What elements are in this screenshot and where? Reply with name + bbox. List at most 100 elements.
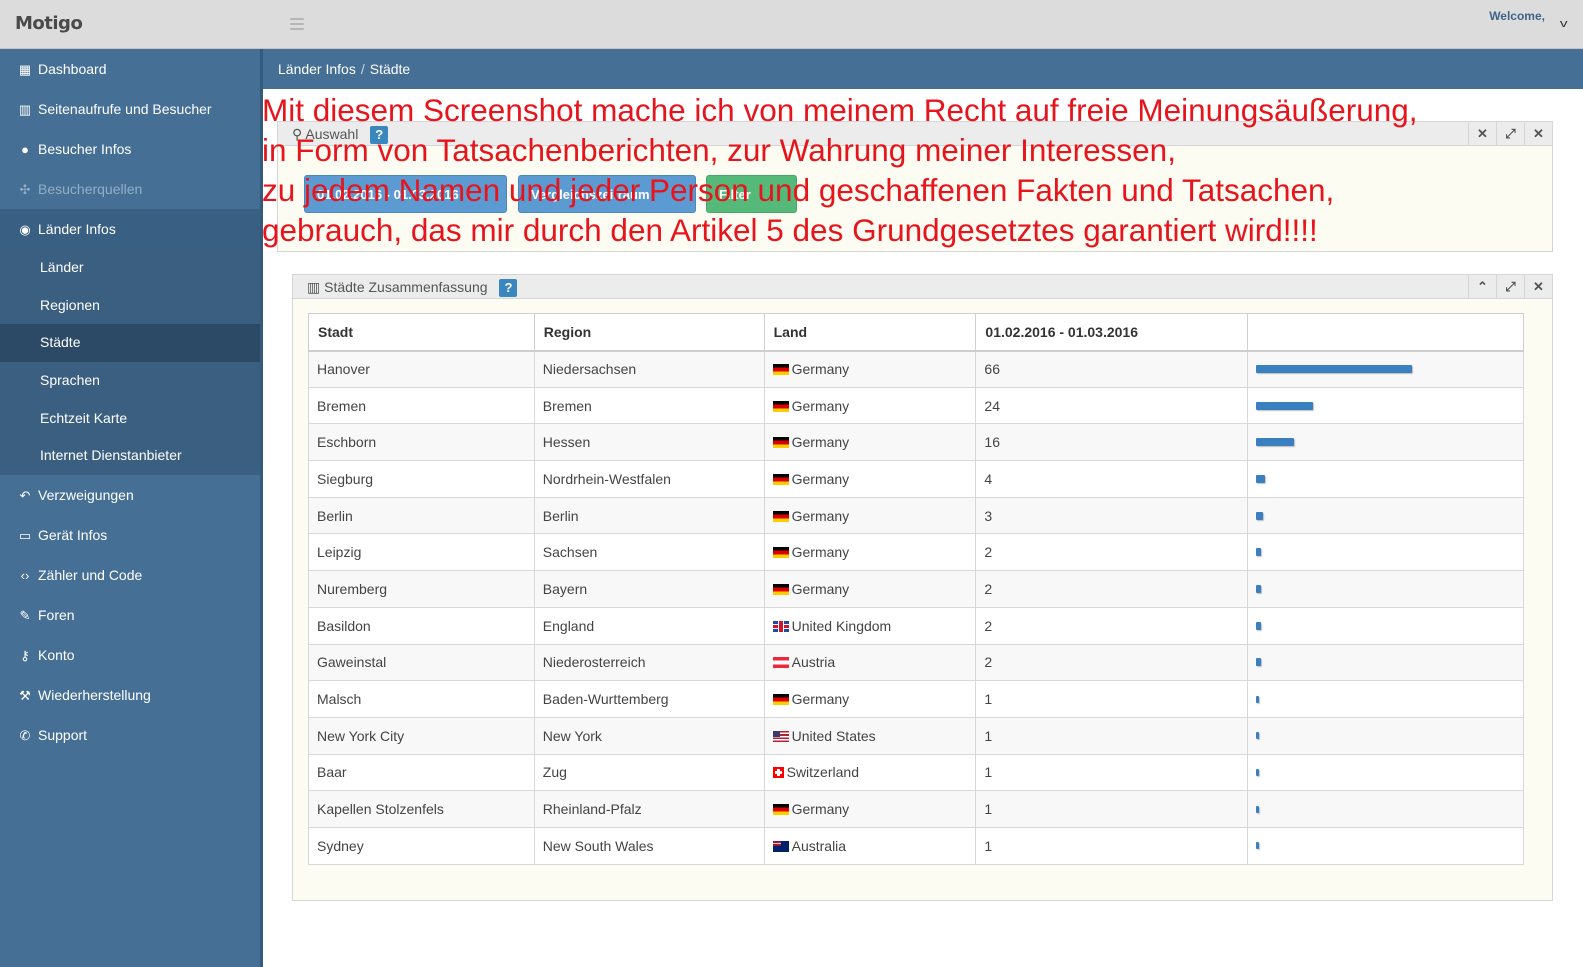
column-header-region[interactable]: Region [533, 313, 765, 352]
submenu-item-realtime-map[interactable]: Echtzeit Karte [0, 400, 260, 438]
cell-bar [1247, 533, 1524, 572]
submenu-item-regions[interactable]: Regionen [0, 287, 260, 325]
column-header-city[interactable]: Stadt [308, 313, 535, 352]
table-row: Leipzig Sachsen Germany 2 [308, 533, 1524, 572]
date-range-button[interactable]: 01.02.2016 - 01.03.2016 [304, 175, 507, 213]
cell-country: Austria [763, 643, 977, 682]
cell-count: 66 [975, 350, 1249, 388]
monitor-icon: ▭ [18, 528, 32, 544]
menu-toggle-icon[interactable] [290, 15, 304, 31]
collapse-x-icon[interactable]: ✕ [1468, 122, 1496, 146]
count-bar [1256, 438, 1295, 447]
flag-gb-icon [772, 620, 789, 632]
expand-icon[interactable]: ⤢ [1496, 275, 1524, 299]
table-row: Berlin Berlin Germany 3 [308, 496, 1524, 535]
cell-country: Germany [763, 570, 977, 608]
sidebar-item-referrers[interactable]: ↶ Verzweigungen [0, 475, 260, 515]
puzzle-icon: ✣ [19, 182, 31, 197]
sidebar-item-pageviews[interactable]: ▥ Seitenaufrufe und Besucher [0, 89, 260, 129]
compare-period-button[interactable]: Vergleichszeitraum [518, 175, 696, 213]
cell-city: Basildon [308, 606, 535, 645]
chevron-up-icon[interactable]: ⌃ [1468, 275, 1496, 299]
chevron-down-icon[interactable]: v [1559, 18, 1567, 30]
cell-city: Bremen [308, 386, 535, 425]
table-row: Hanover Niedersachsen Germany 66 [308, 350, 1524, 388]
table-row: Gaweinstal Niederosterreich Austria 2 [308, 643, 1524, 682]
help-icon[interactable]: ? [499, 279, 518, 298]
cell-count: 2 [975, 570, 1249, 608]
country-name: Switzerland [786, 764, 859, 781]
cell-country: Germany [763, 460, 977, 498]
sidebar-item-label: Support [38, 727, 88, 744]
cell-country: Germany [763, 386, 977, 425]
selection-panel-title: ⚲ Auswahl ? [292, 126, 389, 145]
cell-count: 1 [975, 826, 1249, 865]
flag-at-icon [772, 657, 789, 669]
panel-tools: ⌃ ⤢ ✕ [1468, 275, 1552, 299]
cell-bar [1247, 826, 1524, 865]
summary-panel-title: ▥ Städte Zusammenfassung ? [307, 279, 518, 298]
sidebar-item-dashboard[interactable]: ▦ Dashboard [0, 49, 260, 89]
country-name: Austria [791, 654, 836, 671]
sidebar-item-forums[interactable]: ✎ Foren [0, 595, 260, 635]
count-bar [1256, 842, 1260, 850]
submenu-item-cities[interactable]: Städte [0, 324, 260, 363]
filter-button[interactable]: Filter [706, 175, 797, 213]
reply-all-icon: ↶ [19, 488, 31, 504]
sidebar-item-visitor-sources[interactable]: ✣ Besucherquellen [0, 169, 260, 209]
cell-count: 2 [975, 533, 1249, 572]
selection-panel-header: ⚲ Auswahl ? ✕ ⤢ ✕ [278, 122, 1552, 146]
table-row: Sydney New South Wales Australia 1 [308, 826, 1524, 865]
expand-icon[interactable]: ⤢ [1496, 122, 1524, 146]
sidebar-item-country-infos[interactable]: ◉ Länder Infos [0, 209, 260, 249]
table-row: New York City New York United States 1 [308, 716, 1524, 755]
close-icon[interactable]: ✕ [1524, 122, 1552, 146]
submenu-item-isp[interactable]: Internet Dienstanbieter [0, 437, 260, 475]
cell-country: Australia [763, 826, 977, 865]
cell-bar [1247, 386, 1524, 425]
wrench-icon: ⚒ [19, 688, 31, 704]
user-icon: ● [21, 142, 29, 157]
cities-table: Stadt Region Land 01.02.2016 - 01.03.201… [308, 313, 1524, 865]
sidebar-item-counter-code[interactable]: ‹› Zähler und Code [0, 555, 260, 595]
country-name: Germany [791, 544, 850, 561]
column-header-period[interactable]: 01.02.2016 - 01.03.2016 [975, 313, 1249, 352]
column-header-country[interactable]: Land [763, 313, 977, 352]
cell-city: Siegburg [308, 460, 535, 498]
breadcrumb-separator: / [360, 61, 365, 77]
cell-bar [1247, 350, 1524, 388]
sidebar-item-visitor-infos[interactable]: ● Besucher Infos [0, 129, 260, 169]
cell-bar [1247, 606, 1524, 645]
cell-bar [1247, 680, 1524, 718]
table-row: Siegburg Nordrhein-Westfalen Germany 4 [308, 460, 1524, 498]
sidebar-item-support[interactable]: ✆ Support [0, 715, 260, 755]
table-header-row: Stadt Region Land 01.02.2016 - 01.03.201… [308, 313, 1524, 352]
sidebar-item-label: Verzweigungen [38, 487, 134, 504]
cell-country: Germany [763, 423, 977, 462]
cell-country: Germany [763, 533, 977, 572]
sidebar-item-device-infos[interactable]: ▭ Gerät Infos [0, 515, 260, 555]
cell-bar [1247, 496, 1524, 535]
cell-city: Berlin [308, 496, 535, 535]
breadcrumb-parent[interactable]: Länder Infos [278, 61, 356, 77]
help-icon[interactable]: ? [370, 126, 389, 145]
country-name: Germany [791, 434, 850, 451]
cell-count: 16 [975, 423, 1249, 462]
submenu-item-languages[interactable]: Sprachen [0, 362, 260, 400]
sidebar-item-label: Zähler und Code [38, 567, 143, 584]
cell-city: Malsch [308, 680, 535, 718]
welcome-text[interactable]: Welcome, [1489, 9, 1545, 23]
cell-region: Bremen [533, 386, 765, 425]
cell-bar [1247, 643, 1524, 682]
close-icon[interactable]: ✕ [1524, 275, 1552, 299]
cell-region: New South Wales [533, 826, 765, 865]
country-name: United States [791, 727, 876, 744]
brand-logo[interactable]: Motigo [15, 13, 83, 34]
cities-summary-panel: ▥ Städte Zusammenfassung ? ⌃ ⤢ ✕ Stadt R… [292, 274, 1553, 901]
submenu-item-countries[interactable]: Länder [0, 249, 260, 287]
sidebar-item-restore[interactable]: ⚒ Wiederherstellung [0, 675, 260, 715]
panel-title-text: Städte Zusammenfassung [324, 279, 488, 295]
cell-count: 24 [975, 386, 1249, 425]
sidebar-item-account[interactable]: ⚷ Konto [0, 635, 260, 675]
flag-ch-icon [772, 767, 784, 779]
